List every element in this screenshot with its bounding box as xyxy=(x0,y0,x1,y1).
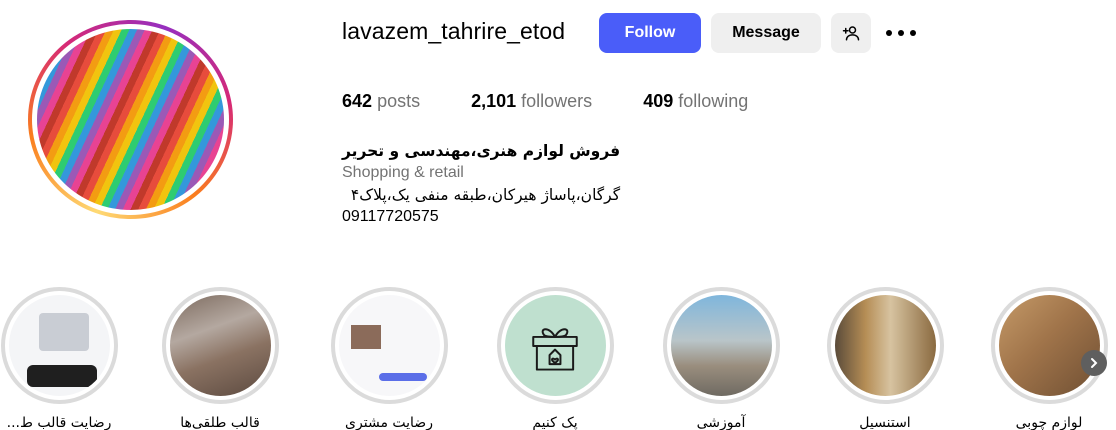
highlight-label: استنسیل xyxy=(859,415,911,430)
person-plus-icon xyxy=(842,26,860,41)
dot xyxy=(910,30,916,36)
highlight-label: قالب طلقی‌ها xyxy=(180,415,260,430)
highlight-ring xyxy=(826,287,944,404)
avatar-border xyxy=(32,24,229,215)
highlight-ring xyxy=(0,287,118,404)
bio-category: Shopping & retail xyxy=(342,164,464,181)
highlight-item[interactable]: استنسیل xyxy=(826,287,944,430)
profile-username: lavazem_tahrire_etod xyxy=(342,18,566,44)
highlight-thumbnail xyxy=(169,295,271,396)
highlight-label: پک کنیم xyxy=(532,415,578,430)
follow-button[interactable]: Follow xyxy=(599,13,701,53)
highlight-thumbnail xyxy=(338,295,440,396)
following-label: following xyxy=(678,91,749,111)
posts-stat: 642 posts xyxy=(342,91,420,112)
gift-box-icon xyxy=(532,327,578,371)
followers-stat[interactable]: 2,101 followers xyxy=(471,91,592,112)
profile-avatar[interactable] xyxy=(28,20,233,219)
suggest-users-button[interactable] xyxy=(831,13,871,53)
following-count: 409 xyxy=(643,91,674,111)
highlight-label: رضایت مشتری xyxy=(345,415,433,430)
following-stat[interactable]: 409 following xyxy=(643,91,748,112)
chevron-right-icon xyxy=(1091,358,1098,368)
highlight-item[interactable]: پک کنیم xyxy=(496,287,614,430)
highlight-label: آموزشی xyxy=(696,415,746,430)
highlight-thumbnail xyxy=(670,295,772,396)
story-highlights: رضایت قالب ط... قالب طلقی‌ها رضایت مشتری xyxy=(0,287,1116,430)
highlight-item[interactable]: قالب طلقی‌ها xyxy=(161,287,279,430)
highlight-ring xyxy=(161,287,279,404)
bio-address: گرگان،پاساژ هیرکان،طبقه منفی یک،پلاک۴ xyxy=(350,186,621,204)
followers-label: followers xyxy=(521,91,593,111)
posts-count: 642 xyxy=(342,91,373,111)
bio-phone: 09117720575 xyxy=(342,208,439,225)
highlight-label: رضایت قالب ط... xyxy=(6,415,112,430)
dot xyxy=(898,30,904,36)
highlight-ring xyxy=(662,287,780,404)
profile-bio: فروش لوازم هنری،مهندسی و تحریر Shopping … xyxy=(342,140,620,228)
message-button[interactable]: Message xyxy=(711,13,821,53)
highlight-item[interactable]: آموزشی xyxy=(662,287,780,430)
posts-label: posts xyxy=(377,91,421,111)
next-highlights-button[interactable] xyxy=(1081,350,1107,376)
highlight-item[interactable]: رضایت مشتری xyxy=(330,287,448,430)
highlight-thumbnail xyxy=(8,295,110,396)
followers-count: 2,101 xyxy=(471,91,517,111)
highlight-ring xyxy=(330,287,448,404)
highlight-thumbnail xyxy=(998,295,1100,396)
highlight-ring xyxy=(496,287,614,404)
profile-stats: 642 posts 2,101 followers 409 following xyxy=(342,91,799,112)
bio-name: فروش لوازم هنری،مهندسی و تحریر xyxy=(342,142,621,160)
highlight-ring xyxy=(990,287,1108,404)
highlight-thumbnail xyxy=(504,295,606,396)
highlight-thumbnail xyxy=(834,295,936,396)
highlight-item[interactable]: رضایت قالب ط... xyxy=(0,287,118,430)
avatar-image xyxy=(37,29,224,210)
dot xyxy=(886,30,892,36)
highlight-label: لوازم چوبی xyxy=(1015,415,1083,430)
more-options-icon[interactable] xyxy=(886,21,916,45)
